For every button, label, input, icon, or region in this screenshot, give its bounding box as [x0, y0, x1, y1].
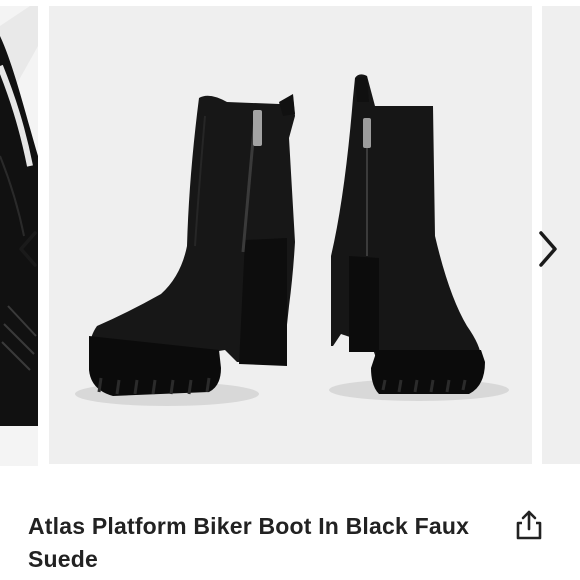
share-button[interactable] — [508, 504, 550, 546]
chevron-right-icon — [539, 231, 557, 267]
listing-title: Atlas Platform Biker Boot In Black Faux … — [28, 513, 470, 572]
listing-screen: Atlas Platform Biker Boot In Black Faux … — [0, 0, 580, 580]
share-icon — [516, 510, 542, 540]
product-image-carousel[interactable] — [0, 0, 580, 492]
main-product-image[interactable] — [49, 6, 532, 464]
next-image-button[interactable] — [528, 226, 568, 272]
listing-info: Atlas Platform Biker Boot In Black Faux … — [0, 492, 580, 580]
boots-photo — [49, 6, 532, 464]
chevron-left-icon — [19, 231, 37, 267]
previous-image-button[interactable] — [8, 226, 48, 272]
